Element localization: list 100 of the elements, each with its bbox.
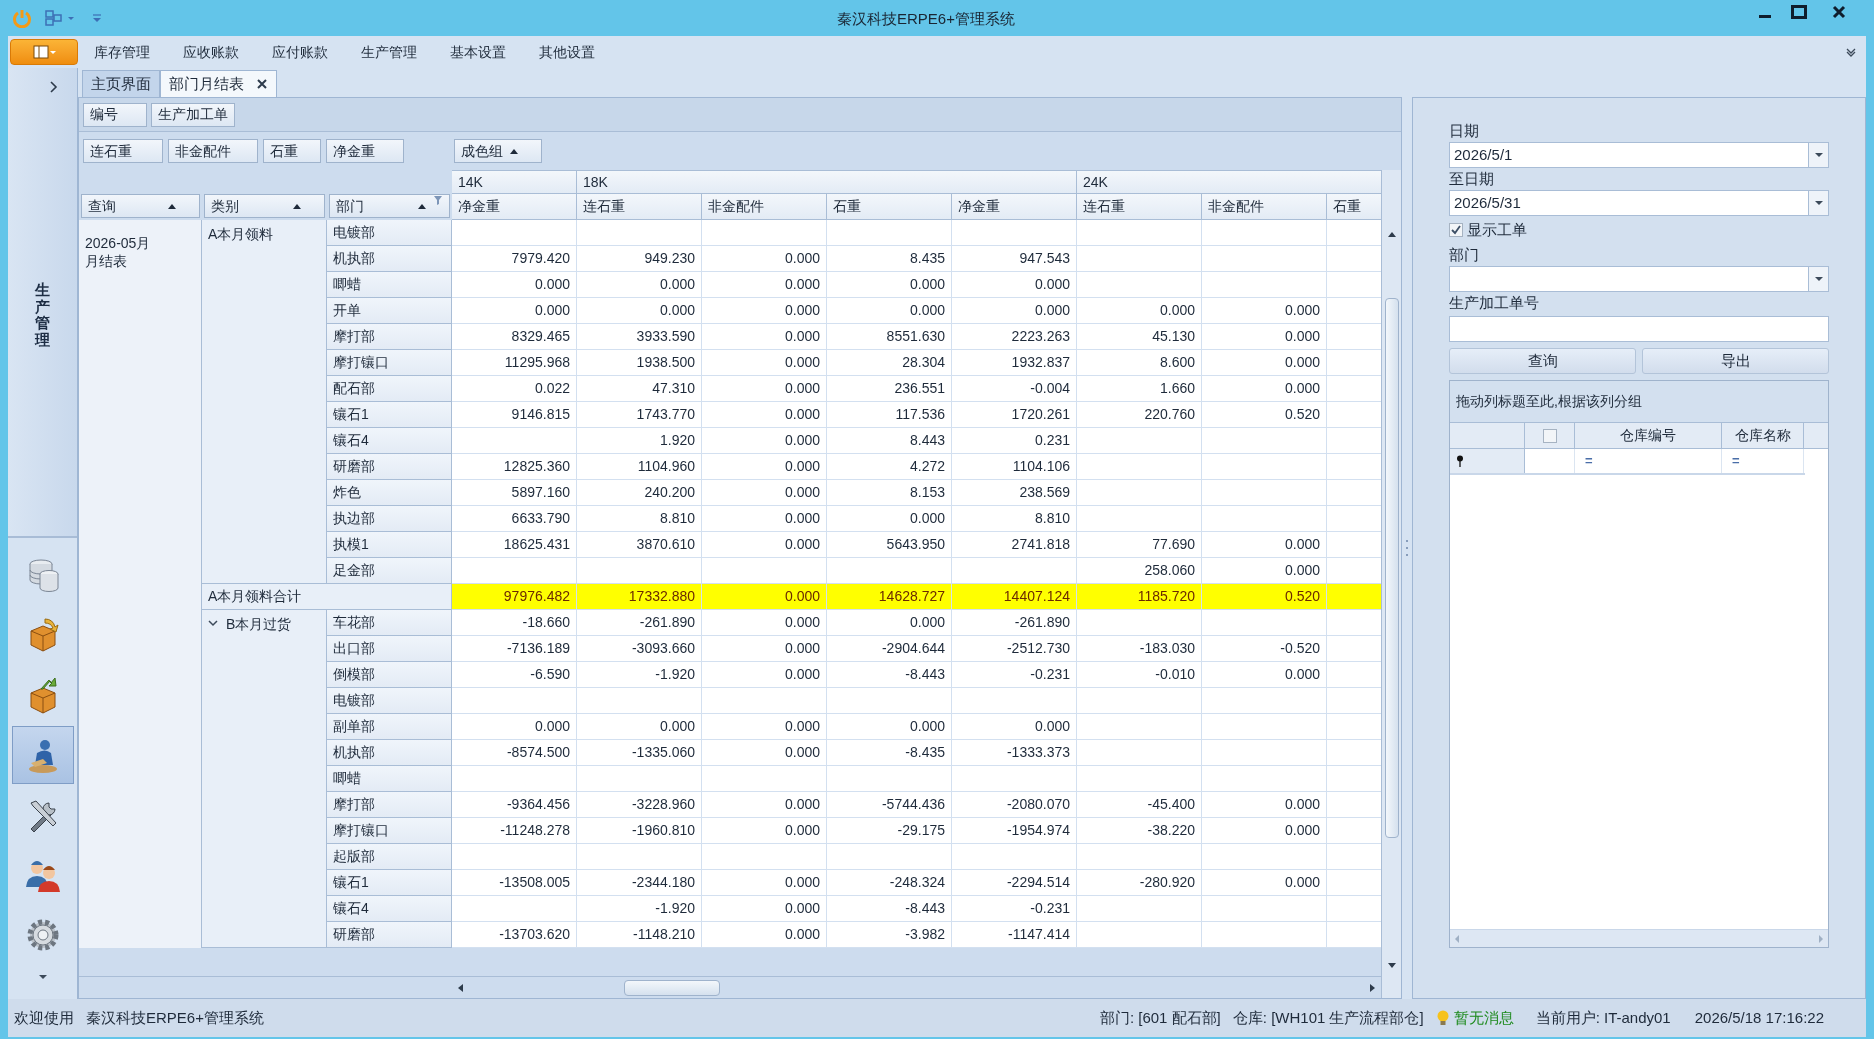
panel-title: 生产管理	[35, 282, 50, 348]
order-number-field[interactable]	[1449, 316, 1829, 342]
value-cell: -9364.456	[452, 792, 577, 818]
value-cell: 0.000	[702, 636, 827, 662]
value-cell: -8.435	[827, 740, 952, 766]
dropdown-caret-icon[interactable]	[1814, 276, 1823, 282]
value-cell: -2080.070	[952, 792, 1077, 818]
value-cell: 0.000	[452, 714, 577, 740]
row-header: 研磨部	[327, 454, 452, 480]
checkbox[interactable]	[1449, 223, 1463, 237]
row-field-chip[interactable]: 查询	[81, 194, 200, 218]
column-header[interactable]: 石重	[827, 194, 952, 220]
menu-item[interactable]: 其他设置	[539, 41, 595, 63]
column-group-header[interactable]: 18K	[577, 170, 1077, 194]
column-header[interactable]: 净金重	[452, 194, 577, 220]
value-cell: -38.220	[1077, 818, 1202, 844]
value-cell: 0.520	[1202, 402, 1327, 428]
action-button[interactable]: 导出	[1642, 348, 1829, 374]
value-cell: -183.030	[1077, 636, 1202, 662]
column-header[interactable]: 非金配件	[702, 194, 827, 220]
value-cell: -248.324	[827, 870, 952, 896]
filter-icon[interactable]	[433, 195, 443, 205]
date-field[interactable]: 2026/5/31	[1449, 190, 1829, 216]
value-cell: -13508.005	[452, 870, 577, 896]
value-cell: 0.000	[702, 402, 827, 428]
row-header: 摩打镶口	[327, 818, 452, 844]
tab[interactable]: 部门月结表	[160, 70, 277, 97]
value-cell: 0.000	[577, 298, 702, 324]
value-cell: 0.000	[1202, 870, 1327, 896]
dropdown-caret-icon[interactable]	[1814, 152, 1823, 158]
row-field-chip[interactable]: 类别	[204, 194, 325, 218]
filter-field-chip[interactable]: 生产加工单	[151, 102, 235, 127]
app-menu-button[interactable]	[10, 39, 78, 65]
value-cell: 0.000	[702, 454, 827, 480]
menu-item[interactable]: 库存管理	[94, 41, 150, 63]
status-text: 部门: [601 配石部]	[1099, 1007, 1221, 1028]
scroll-right-icon[interactable]	[1369, 982, 1377, 993]
filter-operator[interactable]: =	[1732, 451, 1740, 471]
column-header[interactable]: 仓库编号	[1575, 423, 1722, 448]
tab[interactable]: 主页界面	[82, 70, 160, 97]
value-cell: 0.000	[452, 298, 577, 324]
menu-item[interactable]: 应收账款	[183, 41, 239, 63]
column-header[interactable]: 连石重	[1077, 194, 1202, 220]
filter-operator[interactable]: =	[1585, 451, 1593, 471]
value-cell: -261.890	[952, 610, 1077, 636]
value-cell: 1104.960	[577, 454, 702, 480]
value-cell: 2223.263	[952, 324, 1077, 350]
column-header[interactable]: 仓库名称	[1722, 423, 1804, 448]
row-header: 炸色	[327, 480, 452, 506]
close-tab-icon[interactable]	[256, 78, 268, 90]
splitter-grip-icon[interactable]	[1405, 538, 1409, 558]
menu-item[interactable]: 生产管理	[361, 41, 417, 63]
expand-chevron-icon[interactable]	[47, 80, 60, 94]
column-group-header[interactable]: 14K	[452, 170, 577, 194]
column-header[interactable]: 连石重	[577, 194, 702, 220]
column-group-header[interactable]: 24K	[1077, 170, 1381, 194]
value-cell: 8329.465	[452, 324, 577, 350]
row-header: 摩打部	[327, 324, 452, 350]
data-field-chip[interactable]: 石重	[263, 139, 321, 163]
scrollbar-thumb[interactable]	[1384, 298, 1399, 838]
value-cell: -8.443	[827, 662, 952, 688]
vertical-scrollbar[interactable]	[1381, 170, 1401, 998]
column-header[interactable]: 石重	[1327, 194, 1381, 220]
column-field-chip[interactable]: 成色组	[454, 139, 542, 163]
nav-button[interactable]	[11, 726, 74, 784]
date-field[interactable]: 2026/5/1	[1449, 142, 1829, 168]
value-cell: 8.435	[827, 246, 952, 272]
menu-item[interactable]: 基本设置	[450, 41, 506, 63]
select-all-checkbox[interactable]	[1542, 428, 1557, 443]
pin-icon[interactable]	[1456, 455, 1464, 467]
value-cell: 258.060	[1077, 558, 1202, 584]
column-header[interactable]: 净金重	[952, 194, 1077, 220]
row-group-label: B本月过货	[226, 615, 292, 634]
row-header: 研磨部	[327, 922, 452, 948]
value-cell: -3.982	[827, 922, 952, 948]
value-cell: 947.543	[952, 246, 1077, 272]
row-header: 执模1	[327, 532, 452, 558]
value-cell: 0.000	[577, 272, 702, 298]
dropdown-caret-icon[interactable]	[1814, 200, 1823, 206]
value-cell: 0.000	[702, 272, 827, 298]
row-header: 电镀部	[327, 220, 452, 246]
menu-item[interactable]: 应付账款	[272, 41, 328, 63]
data-field-chip[interactable]: 非金配件	[168, 139, 258, 163]
filter-field-chip[interactable]: 编号	[83, 102, 147, 127]
scrollbar-thumb[interactable]	[624, 979, 720, 996]
scroll-down-icon[interactable]	[1386, 962, 1397, 970]
data-field-chip[interactable]: 净金重	[326, 139, 404, 163]
value-cell: -7136.189	[452, 636, 577, 662]
value-cell: 1720.261	[952, 402, 1077, 428]
scroll-left-icon[interactable]	[456, 982, 464, 993]
data-field-chip[interactable]: 连石重	[83, 139, 163, 163]
value-cell: 0.000	[702, 792, 827, 818]
column-header[interactable]: 非金配件	[1202, 194, 1327, 220]
action-button[interactable]: 查询	[1449, 348, 1636, 374]
value-cell: 0.000	[702, 350, 827, 376]
scroll-up-icon[interactable]	[1386, 230, 1397, 238]
row-field-chip[interactable]: 部门	[329, 194, 450, 218]
value-cell: 0.000	[702, 246, 827, 272]
value-cell: 240.200	[577, 480, 702, 506]
value-cell: 0.000	[702, 298, 827, 324]
